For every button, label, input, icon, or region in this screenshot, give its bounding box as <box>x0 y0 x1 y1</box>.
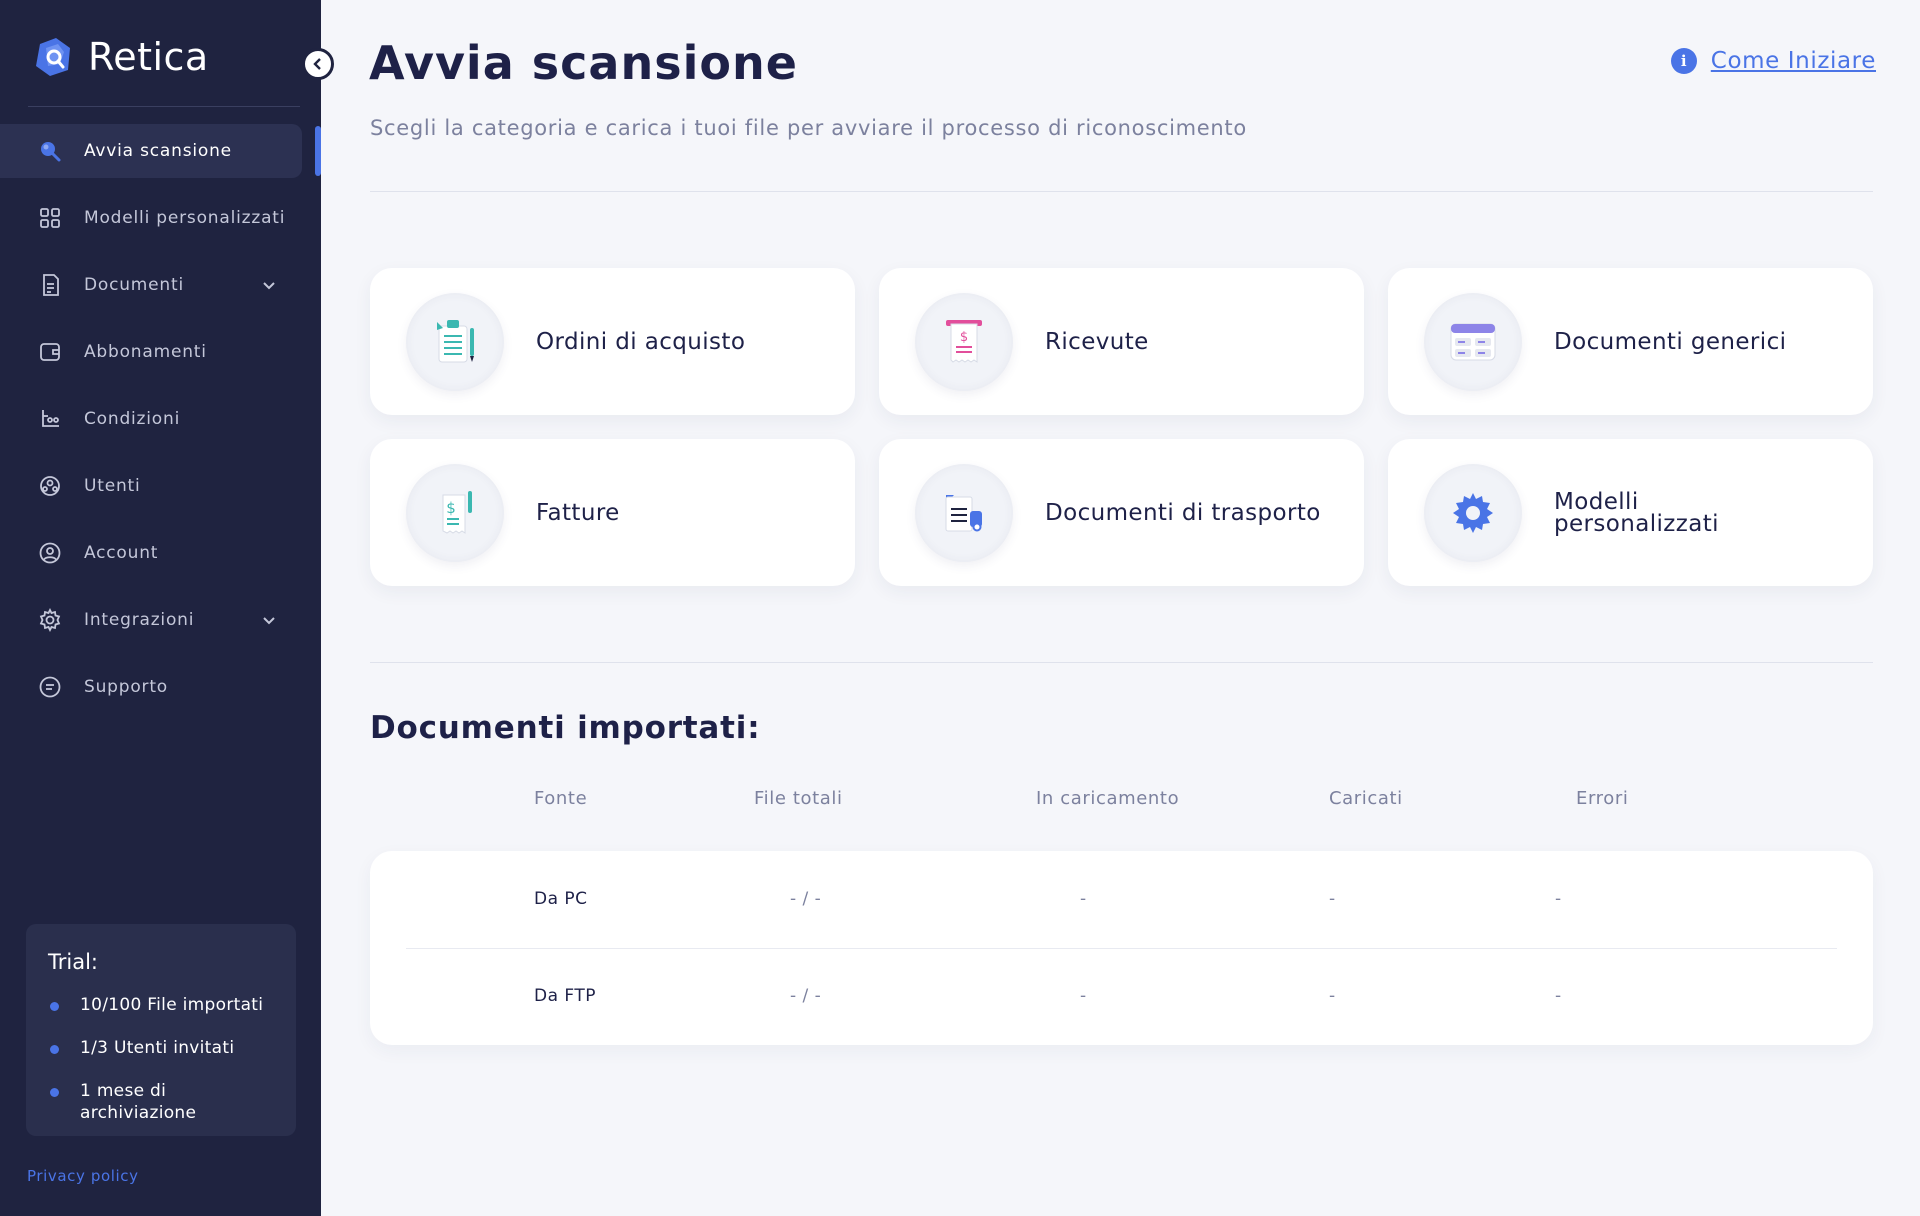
cell-in-caricamento: - <box>1080 889 1087 909</box>
column-header-fonte: Fonte <box>534 788 588 809</box>
trial-item: 10/100 File importati <box>48 994 274 1016</box>
sidebar-item-abbonamenti[interactable]: Abbonamenti <box>0 325 321 379</box>
card-label: Modelli personalizzati <box>1554 488 1719 537</box>
chevron-down-icon[interactable] <box>261 612 277 628</box>
cell-file-totali: - / - <box>790 889 822 909</box>
sidebar-item-label: Integrazioni <box>84 610 195 630</box>
sidebar-item-integrazioni[interactable]: Integrazioni <box>0 593 321 647</box>
sidebar-item-utenti[interactable]: Utenti <box>0 459 321 513</box>
column-header-errori: Errori <box>1576 788 1629 809</box>
svg-text:$: $ <box>960 330 968 345</box>
cell-file-totali: - / - <box>790 986 822 1006</box>
card-label: Ordini di acquisto <box>536 328 746 355</box>
main-content: Avvia scansione i Come Iniziare Scegli l… <box>321 0 1920 1216</box>
sidebar-item-label: Utenti <box>84 476 141 496</box>
imports-table: Da PC - / - - - - Da FTP - / - - - - <box>370 851 1873 1045</box>
category-card-documenti-di-trasporto[interactable]: Documenti di trasporto <box>879 439 1364 586</box>
trial-panel: Trial: 10/100 File importati 1/3 Utenti … <box>26 924 296 1136</box>
trial-title: Trial: <box>48 950 98 974</box>
transport-document-icon <box>945 494 982 531</box>
category-card-modelli-personalizzati[interactable]: Modelli personalizzati <box>1388 439 1873 586</box>
chevron-left-icon <box>313 58 321 70</box>
card-label: Ricevute <box>1045 328 1149 355</box>
column-header-in-caricamento: In caricamento <box>1036 788 1180 809</box>
sidebar-item-documenti[interactable]: Documenti <box>0 258 321 312</box>
conditions-icon <box>42 410 59 427</box>
cell-caricati: - <box>1329 986 1336 1006</box>
cell-errori: - <box>1555 889 1562 909</box>
sidebar-nav: Avvia scansione Modelli personalizzati D… <box>0 124 321 727</box>
generic-document-icon <box>1450 323 1496 360</box>
imports-title: Documenti importati: <box>370 710 761 746</box>
column-header-caricati: Caricati <box>1329 788 1403 809</box>
sidebar-item-supporto[interactable]: Supporto <box>0 660 321 714</box>
brand[interactable]: Retica <box>30 34 209 80</box>
sidebar-item-account[interactable]: Account <box>0 526 321 580</box>
sidebar-item-label: Supporto <box>84 677 169 697</box>
card-icon-wrapper <box>406 292 504 391</box>
cell-caricati: - <box>1329 889 1336 909</box>
grid-icon <box>40 208 60 228</box>
sidebar-item-label: Modelli personalizzati <box>84 208 286 228</box>
cell-errori: - <box>1555 986 1562 1006</box>
cell-in-caricamento: - <box>1080 986 1087 1006</box>
card-icon-wrapper <box>1424 463 1522 562</box>
wallet-icon <box>40 343 60 361</box>
info-icon: i <box>1670 48 1697 74</box>
category-card-documenti-generici[interactable]: Documenti generici <box>1388 268 1873 415</box>
sidebar: Retica Avvia scansione Modelli personali… <box>0 0 321 1216</box>
page-title: Avvia scansione <box>369 36 798 90</box>
card-label: Documenti generici <box>1554 328 1787 355</box>
chevron-down-icon[interactable] <box>261 277 277 293</box>
trial-item: 1 mese di archiviazione <box>48 1080 274 1124</box>
privacy-policy-link[interactable]: Privacy policy <box>27 1167 139 1185</box>
custom-model-gear-icon <box>1453 492 1493 533</box>
trial-item: 1/3 Utenti invitati <box>48 1037 274 1059</box>
users-icon <box>40 476 60 496</box>
card-label: Documenti di trasporto <box>1045 499 1321 526</box>
help-link-label[interactable]: Come Iniziare <box>1711 48 1876 74</box>
row-divider <box>406 948 1837 949</box>
purchase-order-icon <box>437 319 474 362</box>
account-icon <box>39 542 61 564</box>
card-label: Fatture <box>536 499 620 526</box>
sidebar-item-avvia-scansione[interactable]: Avvia scansione <box>0 124 321 178</box>
column-header-file-totali: File totali <box>754 788 843 809</box>
page-subtitle: Scegli la categoria e carica i tuoi file… <box>370 116 1247 140</box>
category-grid: Ordini di acquisto $ Ricevute Documenti … <box>370 268 1873 586</box>
sidebar-item-condizioni[interactable]: Condizioni <box>0 392 321 446</box>
receipt-icon: $ <box>946 319 982 363</box>
help-link[interactable]: i Come Iniziare <box>1670 48 1876 74</box>
sidebar-item-label: Avvia scansione <box>84 141 232 161</box>
invoice-icon: $ <box>442 490 472 534</box>
svg-text:$: $ <box>446 499 456 517</box>
category-card-fatture[interactable]: $ Fatture <box>370 439 855 586</box>
card-icon-wrapper <box>1424 292 1522 391</box>
card-icon-wrapper <box>915 463 1013 562</box>
category-card-ordini-di-acquisto[interactable]: Ordini di acquisto <box>370 268 855 415</box>
sidebar-item-label: Documenti <box>84 275 184 295</box>
collapse-sidebar-button[interactable] <box>302 48 334 80</box>
divider <box>28 106 300 107</box>
category-card-ricevute[interactable]: $ Ricevute <box>879 268 1364 415</box>
gear-icon <box>39 608 61 632</box>
sidebar-item-label: Account <box>84 543 159 563</box>
document-icon <box>43 274 59 296</box>
divider <box>370 662 1873 663</box>
retica-logo-icon <box>36 38 70 76</box>
brand-name: Retica <box>88 35 209 79</box>
scan-icon <box>41 142 61 162</box>
divider <box>370 191 1873 192</box>
sidebar-item-label: Condizioni <box>84 409 181 429</box>
cell-fonte: Da PC <box>534 889 588 909</box>
card-icon-wrapper: $ <box>915 292 1013 391</box>
sidebar-item-modelli-personalizzati[interactable]: Modelli personalizzati <box>0 191 321 245</box>
chat-icon <box>39 676 61 698</box>
card-icon-wrapper: $ <box>406 463 504 562</box>
sidebar-item-label: Abbonamenti <box>84 342 207 362</box>
cell-fonte: Da FTP <box>534 986 597 1006</box>
